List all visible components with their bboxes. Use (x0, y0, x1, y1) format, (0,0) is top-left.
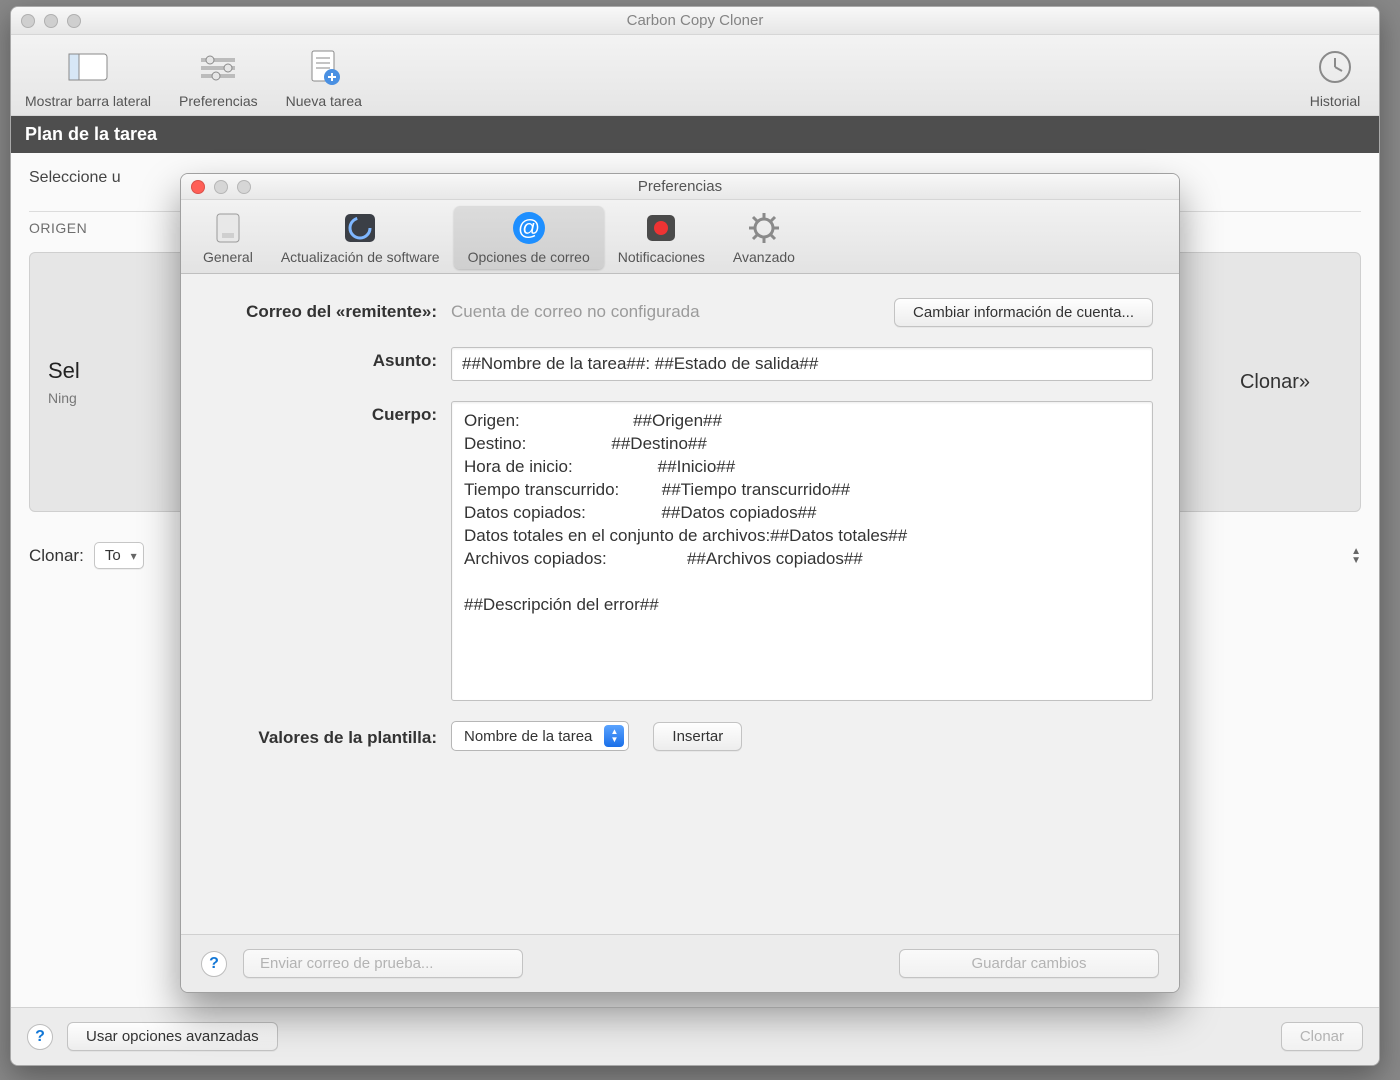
clock-icon (1313, 45, 1357, 89)
tab-mail-options[interactable]: @ Opciones de correo (454, 206, 604, 269)
clonar-label: Clonar: (29, 546, 84, 566)
main-titlebar: Carbon Copy Cloner (11, 7, 1379, 35)
toolbar-preferences[interactable]: Preferencias (179, 45, 258, 109)
prefs-body: Correo del «remitente»: Cuenta de correo… (181, 274, 1179, 934)
main-toolbar: Mostrar barra lateral Preferencias Nueva… (11, 35, 1379, 116)
prefs-window-title: Preferencias (181, 178, 1179, 195)
template-values-label: Valores de la plantilla: (207, 724, 437, 748)
task-plan-tab-label: Plan de la tarea (25, 124, 157, 144)
clone-direction-label: Clonar» (1240, 371, 1310, 394)
toolbar-new-task[interactable]: Nueva tarea (286, 45, 362, 109)
toolbar-new-task-label: Nueva tarea (286, 93, 362, 109)
body-label: Cuerpo: (207, 401, 437, 425)
at-sign-icon: @ (509, 210, 549, 246)
main-window-title: Carbon Copy Cloner (11, 12, 1379, 29)
sender-label: Correo del «remitente»: (207, 298, 437, 322)
toolbar-show-sidebar-label: Mostrar barra lateral (25, 93, 151, 109)
preferences-window: Preferencias General Actualización de so… (180, 173, 1180, 993)
body-textarea[interactable]: Origen: ##Origen## Destino: ##Destino## … (451, 401, 1153, 701)
clonar-select[interactable]: To ▾ (94, 542, 144, 569)
chevron-down-icon: ▾ (131, 549, 137, 563)
gear-icon (744, 210, 784, 246)
stepper-icon[interactable]: ▲▼ (1351, 547, 1361, 565)
tab-software-update[interactable]: Actualización de software (267, 206, 454, 269)
prefs-footer: ? Enviar correo de prueba... Guardar cam… (181, 934, 1179, 992)
source-well-title: Sel (48, 358, 80, 384)
toolbar-show-sidebar[interactable]: Mostrar barra lateral (25, 45, 151, 109)
toolbar-history[interactable]: Historial (1305, 45, 1365, 109)
template-value-selected: Nombre de la tarea (464, 728, 592, 745)
change-account-label: Cambiar información de cuenta... (913, 304, 1134, 321)
sliders-icon (196, 45, 240, 89)
subject-label: Asunto: (207, 347, 437, 371)
tab-mail-options-label: Opciones de correo (468, 249, 590, 265)
change-account-button[interactable]: Cambiar información de cuenta... (894, 298, 1153, 327)
sidebar-icon (66, 45, 110, 89)
prefs-tabbar: General Actualización de software @ Opci… (181, 200, 1179, 274)
subject-input[interactable] (451, 347, 1153, 381)
sender-value: Cuenta de correo no configurada (451, 298, 880, 322)
tab-notifications-label: Notificaciones (618, 249, 705, 265)
svg-text:@: @ (518, 215, 540, 240)
drive-icon (208, 210, 248, 246)
send-test-mail-button[interactable]: Enviar correo de prueba... (243, 949, 523, 978)
clone-button[interactable]: Clonar (1281, 1022, 1363, 1051)
insert-button-label: Insertar (672, 728, 723, 745)
tab-advanced-label: Avanzado (733, 249, 795, 265)
document-plus-icon (302, 45, 346, 89)
insert-button[interactable]: Insertar (653, 722, 742, 751)
send-test-mail-label: Enviar correo de prueba... (260, 955, 433, 972)
tab-advanced[interactable]: Avanzado (719, 206, 809, 269)
source-well-sub: Ning (48, 390, 77, 406)
prefs-titlebar: Preferencias (181, 174, 1179, 200)
help-button[interactable]: ? (201, 951, 227, 977)
help-button[interactable]: ? (27, 1024, 53, 1050)
template-value-select[interactable]: Nombre de la tarea ▲▼ (451, 721, 629, 751)
save-changes-button[interactable]: Guardar cambios (899, 949, 1159, 978)
clonar-select-value: To (105, 547, 121, 564)
task-plan-tab[interactable]: Plan de la tarea (11, 116, 1379, 153)
toolbar-history-label: Historial (1310, 93, 1361, 109)
tab-notifications[interactable]: Notificaciones (604, 206, 719, 269)
app-icon (340, 210, 380, 246)
tab-general-label: General (203, 249, 253, 265)
tab-software-update-label: Actualización de software (281, 249, 440, 265)
updown-chevron-icon: ▲▼ (604, 725, 624, 747)
save-changes-label: Guardar cambios (971, 955, 1086, 972)
toolbar-preferences-label: Preferencias (179, 93, 258, 109)
record-icon (641, 210, 681, 246)
advanced-options-label: Usar opciones avanzadas (86, 1028, 259, 1045)
clone-button-label: Clonar (1300, 1028, 1344, 1045)
advanced-options-button[interactable]: Usar opciones avanzadas (67, 1022, 278, 1051)
tab-general[interactable]: General (189, 206, 267, 269)
main-footer: ? Usar opciones avanzadas Clonar (11, 1007, 1379, 1065)
